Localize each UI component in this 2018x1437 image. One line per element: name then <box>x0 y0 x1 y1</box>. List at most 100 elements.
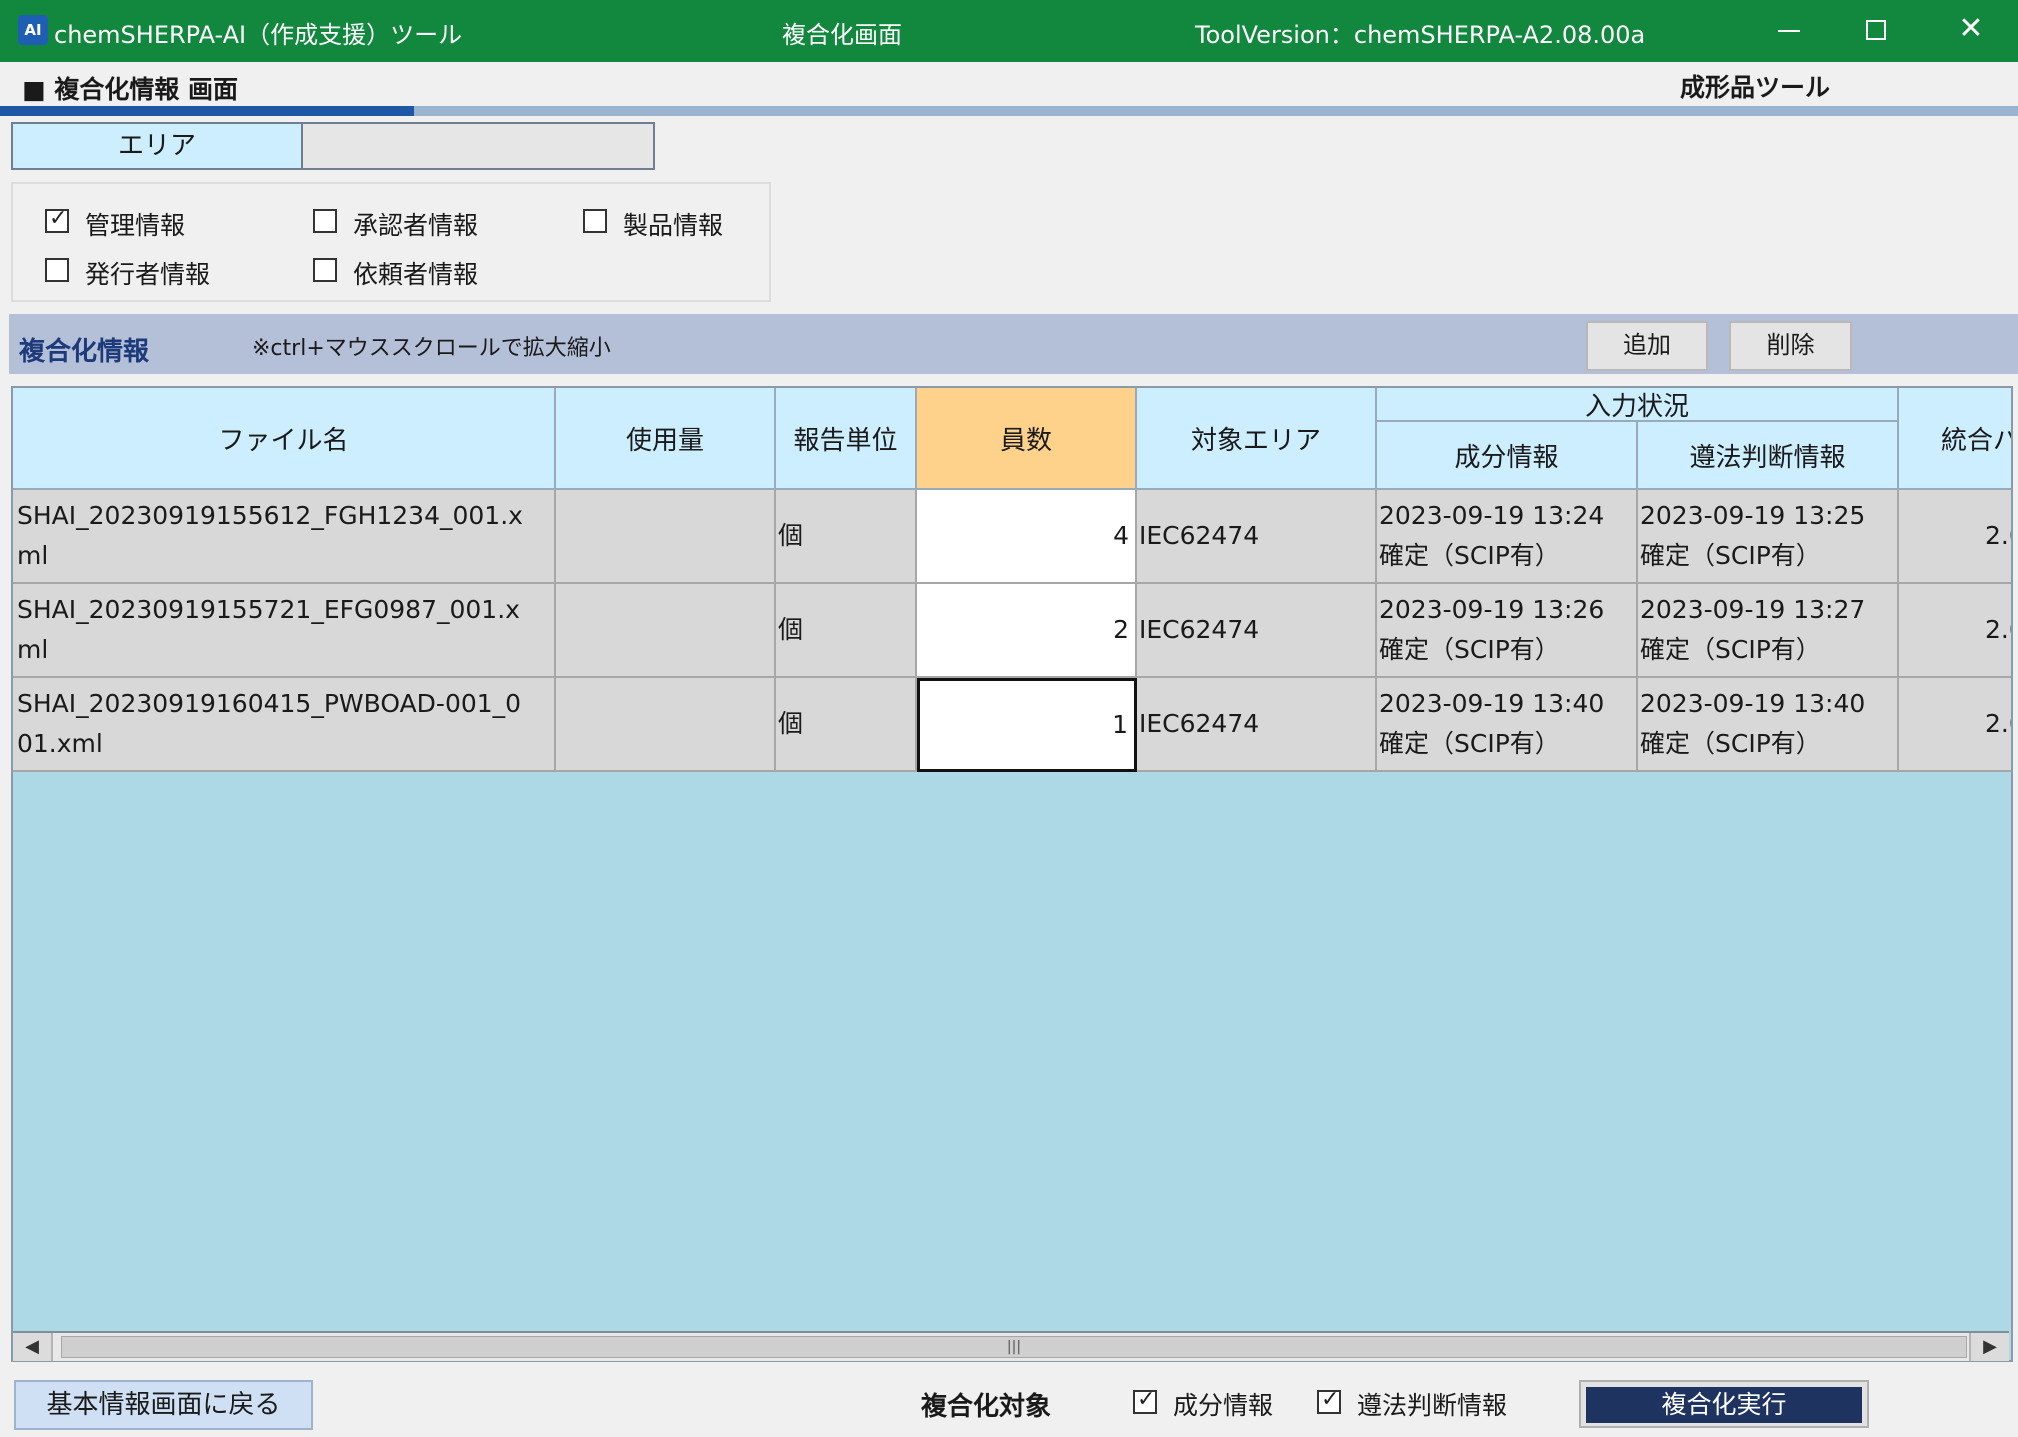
checkbox-target-compliance-box[interactable]: ✓ <box>1317 1387 1341 1414</box>
cell-unit: 個 <box>776 678 917 772</box>
checkbox-shounin[interactable]: 承認者情報 <box>313 206 523 240</box>
col-header-component[interactable]: 成分情報 <box>1377 422 1638 490</box>
horizontal-scrollbar[interactable]: ◀ ||| ▶ <box>13 1331 2009 1361</box>
cell-component-status: 確定（SCIP有） <box>1379 541 1560 570</box>
checkbox-target-component[interactable]: ✓ 成分情報 <box>1133 1386 1323 1420</box>
close-icon[interactable]: ✕ <box>1954 12 1988 46</box>
scroll-left-button[interactable]: ◀ <box>13 1333 53 1361</box>
tool-version: ToolVersion：chemSHERPA-A2.08.00a <box>1195 21 1646 49</box>
checkbox-irai[interactable]: 依頼者情報 <box>313 255 523 289</box>
header-divider-accent <box>0 106 414 116</box>
cell-compliance-status: 確定（SCIP有） <box>1640 729 1821 758</box>
execute-button-label: 複合化実行 <box>1586 1387 1862 1423</box>
cell-unit: 個 <box>776 490 917 584</box>
col-header-input-status: 入力状況 <box>1377 388 1899 422</box>
cell-filename-line2: ml <box>17 541 49 570</box>
checkbox-hakkou-box[interactable] <box>45 258 69 282</box>
cell-filename: SHAI_20230919155612_FGH1234_001.x ml <box>13 490 556 584</box>
screen-title: 複合化画面 <box>782 21 902 49</box>
checkbox-irai-label: 依頼者情報 <box>353 260 479 289</box>
cell-filename-line1: SHAI_20230919155721_EFG0987_001.x <box>17 595 520 624</box>
page-title: ■ 複合化情報 画面 <box>22 75 239 104</box>
target-label: 複合化対象 <box>921 1392 1052 1422</box>
scrollbar-thumb[interactable]: ||| <box>61 1336 1967 1358</box>
cell-component-date: 2023-09-19 13:40 <box>1379 689 1605 718</box>
execute-button[interactable]: 複合化実行 <box>1579 1380 1869 1428</box>
checkbox-shounin-box[interactable] <box>313 209 337 233</box>
cell-component-status: 確定（SCIP有） <box>1379 635 1560 664</box>
cell-component: 2023-09-19 13:40 確定（SCIP有） <box>1377 678 1638 772</box>
cell-component: 2023-09-19 13:26 確定（SCIP有） <box>1377 584 1638 678</box>
cell-count[interactable]: 4 <box>917 490 1137 584</box>
cell-component-status: 確定（SCIP有） <box>1379 729 1560 758</box>
section-title: 複合化情報 <box>19 337 150 367</box>
cell-area: IEC62474 <box>1137 678 1377 772</box>
cell-area: IEC62474 <box>1137 584 1377 678</box>
col-header-usage[interactable]: 使用量 <box>556 388 776 490</box>
checkbox-seihin-box[interactable] <box>583 209 607 233</box>
cell-filename-line1: SHAI_20230919155612_FGH1234_001.x <box>17 501 523 530</box>
cell-count[interactable]: 1 <box>917 678 1137 772</box>
col-header-unit[interactable]: 報告単位 <box>776 388 917 490</box>
table-row[interactable]: SHAI_20230919155612_FGH1234_001.x ml 個 4… <box>13 490 2011 584</box>
cell-component: 2023-09-19 13:24 確定（SCIP有） <box>1377 490 1638 584</box>
checkbox-hakkou-label: 発行者情報 <box>85 260 211 289</box>
cell-compliance-date: 2023-09-19 13:25 <box>1640 501 1866 530</box>
table-row[interactable]: SHAI_20230919155721_EFG0987_001.x ml 個 2… <box>13 584 2011 678</box>
maximize-icon[interactable] <box>1866 20 1886 40</box>
cell-usage[interactable] <box>556 490 776 584</box>
check-icon: ✓ <box>49 206 68 231</box>
back-to-basic-button[interactable]: 基本情報画面に戻る <box>14 1380 313 1430</box>
checkbox-irai-box[interactable] <box>313 258 337 282</box>
cell-integrated: 2.0 <box>1899 490 2011 584</box>
checkbox-target-compliance[interactable]: ✓ 遵法判断情報 <box>1317 1386 1547 1420</box>
checkbox-kanri-label: 管理情報 <box>85 211 186 240</box>
checkbox-kanri[interactable]: ✓ 管理情報 <box>45 206 235 240</box>
col-header-compliance[interactable]: 遵法判断情報 <box>1638 422 1899 490</box>
cell-filename-line1: SHAI_20230919160415_PWBOAD-001_0 <box>17 689 522 718</box>
app-title: chemSHERPA-AI（作成支援）ツール <box>54 21 463 49</box>
area-tab[interactable]: エリア <box>11 122 303 170</box>
add-button[interactable]: 追加 <box>1586 321 1708 371</box>
table-body: SHAI_20230919155612_FGH1234_001.x ml 個 4… <box>13 490 2011 790</box>
area-tab-value <box>301 122 655 170</box>
col-header-integrated-label: 統合バ <box>1941 425 2013 456</box>
cell-compliance-status: 確定（SCIP有） <box>1640 541 1821 570</box>
col-header-integrated[interactable]: 統合バ <box>1899 388 2013 490</box>
cell-compliance: 2023-09-19 13:25 確定（SCIP有） <box>1638 490 1899 584</box>
minimize-icon[interactable] <box>1778 30 1800 32</box>
scroll-right-button[interactable]: ▶ <box>1969 1333 2009 1361</box>
checkbox-target-component-box[interactable]: ✓ <box>1133 1387 1157 1414</box>
check-icon: ✓ <box>1321 1387 1340 1412</box>
cell-integrated: 2.0 <box>1899 584 2011 678</box>
checkbox-hakkou[interactable]: 発行者情報 <box>45 255 245 289</box>
cell-integrated: 2.0 <box>1899 678 2011 772</box>
table-row[interactable]: SHAI_20230919160415_PWBOAD-001_0 01.xml … <box>13 678 2011 772</box>
cell-usage[interactable] <box>556 584 776 678</box>
cell-component-date: 2023-09-19 13:26 <box>1379 595 1605 624</box>
checkbox-kanri-box[interactable]: ✓ <box>45 206 69 233</box>
delete-button[interactable]: 削除 <box>1729 321 1852 371</box>
checkbox-target-component-label: 成分情報 <box>1173 1391 1274 1420</box>
checkbox-shounin-label: 承認者情報 <box>353 211 479 240</box>
cell-component-date: 2023-09-19 13:24 <box>1379 501 1605 530</box>
cell-filename: SHAI_20230919160415_PWBOAD-001_0 01.xml <box>13 678 556 772</box>
cell-integrated-value: 2.0 <box>1985 709 2011 738</box>
col-header-filename[interactable]: ファイル名 <box>13 388 556 490</box>
cell-filename-line2: ml <box>17 635 49 664</box>
checkbox-seihin-label: 製品情報 <box>623 211 724 240</box>
checkbox-target-compliance-label: 遵法判断情報 <box>1357 1391 1508 1420</box>
cell-integrated-value: 2.0 <box>1985 521 2011 550</box>
cell-count[interactable]: 2 <box>917 584 1137 678</box>
col-header-area[interactable]: 対象エリア <box>1137 388 1377 490</box>
cell-compliance: 2023-09-19 13:40 確定（SCIP有） <box>1638 678 1899 772</box>
col-header-count[interactable]: 員数 <box>917 388 1137 490</box>
cell-filename-line2: 01.xml <box>17 729 103 758</box>
check-icon: ✓ <box>1137 1387 1156 1412</box>
cell-integrated-value: 2.0 <box>1985 615 2011 644</box>
checkbox-seihin[interactable]: 製品情報 <box>583 206 773 240</box>
cell-usage[interactable] <box>556 678 776 772</box>
cell-unit: 個 <box>776 584 917 678</box>
cell-filename: SHAI_20230919155721_EFG0987_001.x ml <box>13 584 556 678</box>
cell-area: IEC62474 <box>1137 490 1377 584</box>
